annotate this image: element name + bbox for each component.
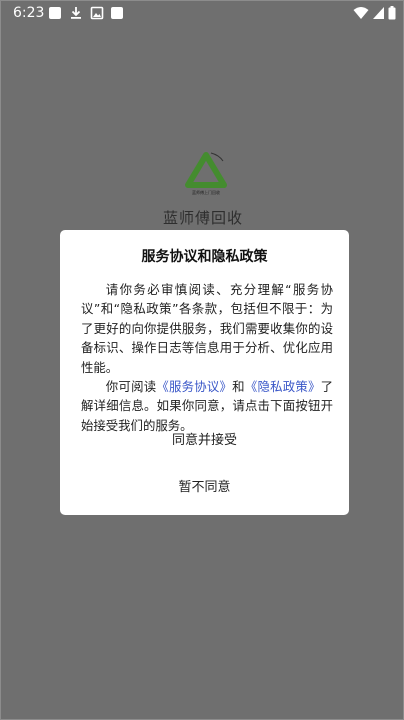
accept-button[interactable]: 同意并接受 <box>60 429 349 448</box>
wifi-icon <box>353 7 369 19</box>
notification-square-icon <box>49 7 61 19</box>
logo-caption: 蓝师傅上门回收 <box>192 189 220 195</box>
dialog-paragraph-1: 请你务必审慎阅读、充分理解“服务协议”和“隐私政策”各条款，包括但不限于：为了更… <box>81 282 333 375</box>
paragraph-2-prefix: 你可阅读 <box>105 379 157 395</box>
privacy-dialog: 服务协议和隐私政策 请你务必审慎阅读、充分理解“服务协议”和“隐私政策”各条款，… <box>60 230 349 515</box>
dialog-body: 请你务必审慎阅读、充分理解“服务协议”和“隐私政策”各条款，包括但不限于：为了更… <box>81 280 333 435</box>
app-logo: 蓝师傅上门回收 <box>185 152 227 195</box>
service-agreement-link[interactable]: 《服务协议》 <box>156 379 232 394</box>
photo-icon <box>90 6 104 20</box>
paragraph-2-conjunction: 和 <box>232 379 245 395</box>
dialog-title: 服务协议和隐私政策 <box>141 249 268 265</box>
download-icon <box>71 7 81 19</box>
privacy-policy-link[interactable]: 《隐私政策》 <box>245 379 321 394</box>
app-name: 蓝师傅回收 <box>162 209 243 227</box>
signal-icon <box>373 7 384 19</box>
status-time: 6:23 <box>13 5 45 21</box>
app-screen: 6:23 蓝师傅上门回收 蓝师傅回收 服务协议和隐私政策 请你务必审慎阅读、充分… <box>0 0 404 720</box>
status-bar: 6:23 <box>1 1 404 27</box>
dialog-paragraph-2: 你可阅读《服务协议》和《隐私政策》了解详细信息。如果你同意，请点击下面按钮开始接… <box>81 377 333 435</box>
notification-square-icon <box>111 7 123 19</box>
battery-icon <box>388 6 396 20</box>
decline-button[interactable]: 暂不同意 <box>60 476 349 495</box>
